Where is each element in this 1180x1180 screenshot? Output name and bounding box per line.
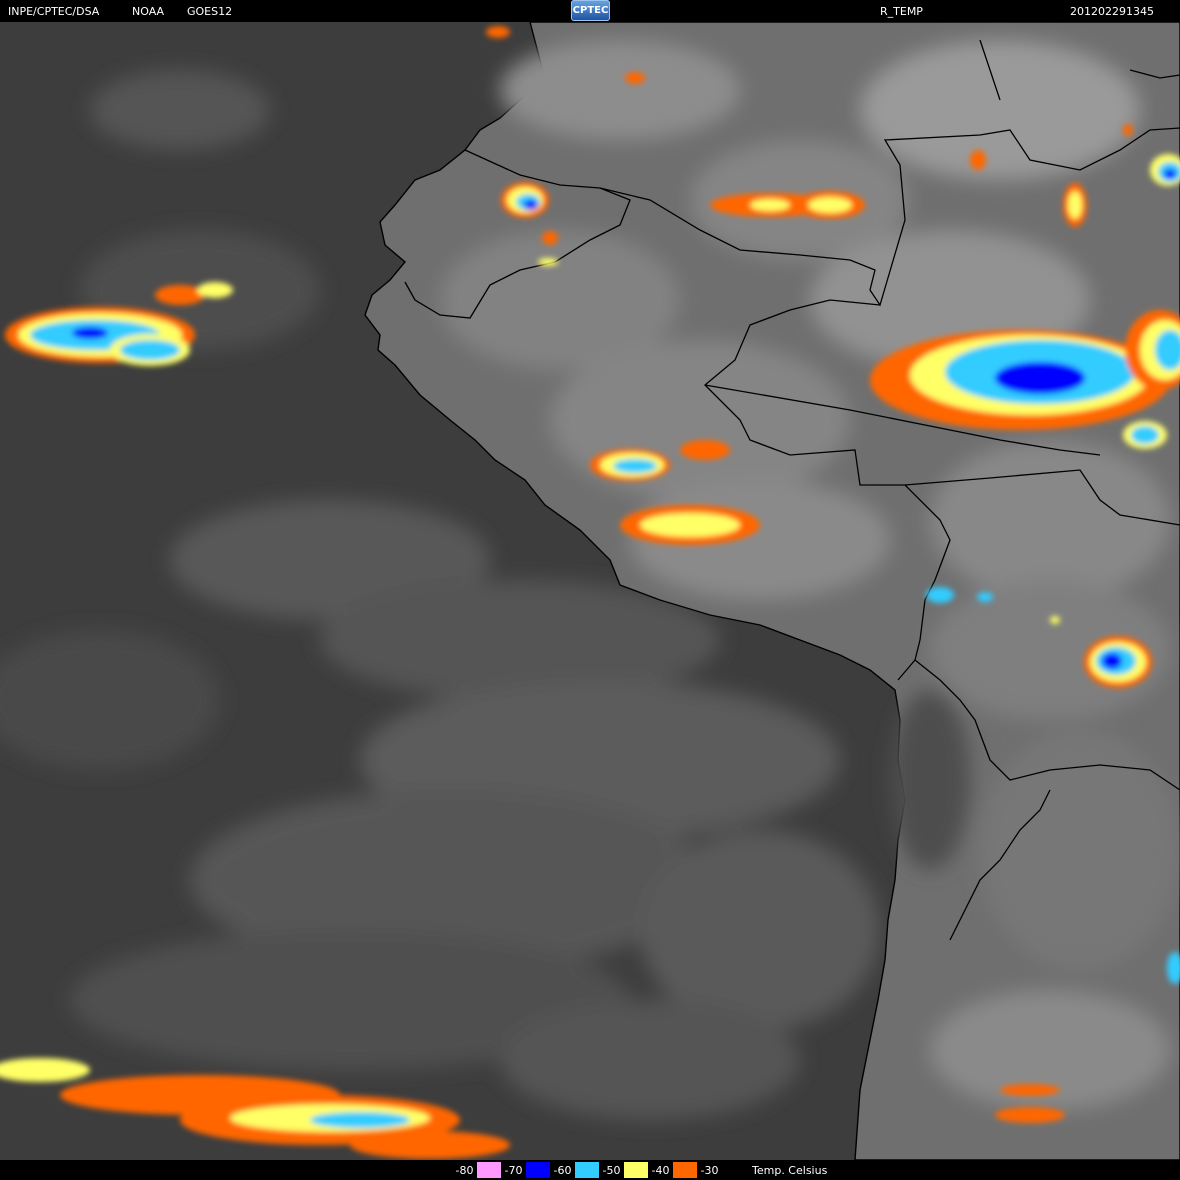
legend-label: -80	[455, 1163, 474, 1177]
satellite-image-svg	[0, 22, 1180, 1160]
legend-row: -80 -70 -60 -50 -40 -30 Temp. Celsius	[452, 1162, 827, 1178]
legend-label: -40	[651, 1163, 670, 1177]
legend-swatch	[575, 1162, 599, 1178]
agency-label: NOAA	[132, 5, 165, 18]
legend-label: -50	[602, 1163, 621, 1177]
legend-swatch	[526, 1162, 550, 1178]
legend-item: -60	[550, 1162, 599, 1178]
legend-swatch	[673, 1162, 697, 1178]
legend-swatch	[477, 1162, 501, 1178]
legend-label: -30	[700, 1163, 719, 1177]
legend-item: -30	[697, 1162, 746, 1178]
cptec-logo: CPTEC	[571, 0, 610, 21]
legend-swatch	[624, 1162, 648, 1178]
legend-item: -70	[501, 1162, 550, 1178]
satellite-image	[0, 22, 1180, 1160]
header-bar: INPE/CPTEC/DSA NOAA GOES12 CPTEC R_TEMP …	[0, 0, 1180, 22]
legend-label: -70	[504, 1163, 523, 1177]
legend-unit: Temp. Celsius	[752, 1163, 828, 1177]
legend-label: -60	[553, 1163, 572, 1177]
product-label: R_TEMP	[880, 5, 923, 18]
source-label: INPE/CPTEC/DSA	[8, 5, 100, 18]
legend-swatch	[722, 1162, 746, 1178]
legend-item: -40	[648, 1162, 697, 1178]
temperature-legend: -80 -70 -60 -50 -40 -30 Temp. Celsius	[0, 1160, 1180, 1180]
legend-item: -80	[452, 1162, 501, 1178]
satellite-label: GOES12	[187, 5, 233, 18]
timestamp-label: 201202291345	[1070, 5, 1154, 18]
legend-item: -50	[599, 1162, 648, 1178]
